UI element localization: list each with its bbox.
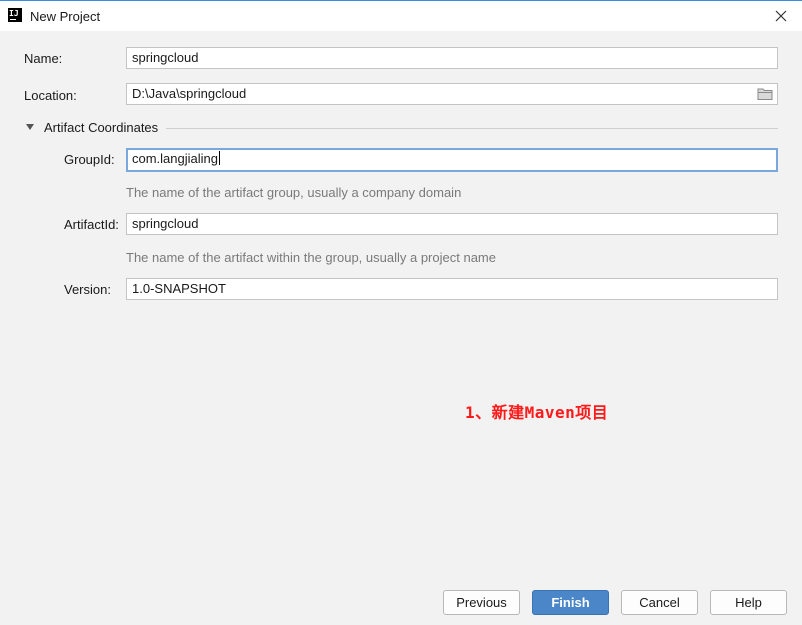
artifact-coordinates-section[interactable]: Artifact Coordinates bbox=[26, 120, 778, 136]
finish-button[interactable]: Finish bbox=[532, 590, 609, 615]
groupid-value: com.langjialing bbox=[132, 151, 218, 166]
text-caret bbox=[219, 151, 220, 165]
expand-triangle-icon[interactable] bbox=[26, 124, 34, 130]
close-icon bbox=[775, 10, 787, 22]
window-title: New Project bbox=[30, 9, 101, 24]
version-input[interactable]: 1.0-SNAPSHOT bbox=[126, 278, 778, 300]
artifactid-input[interactable]: springcloud bbox=[126, 213, 778, 235]
location-value: D:\Java\springcloud bbox=[132, 86, 247, 101]
name-input[interactable]: springcloud bbox=[126, 47, 778, 69]
previous-button[interactable]: Previous bbox=[443, 590, 520, 615]
artifactid-hint: The name of the artifact within the grou… bbox=[126, 250, 496, 265]
close-button[interactable] bbox=[772, 7, 790, 25]
folder-icon[interactable] bbox=[757, 87, 773, 101]
version-value: 1.0-SNAPSHOT bbox=[132, 281, 226, 296]
help-button[interactable]: Help bbox=[710, 590, 787, 615]
groupid-hint: The name of the artifact group, usually … bbox=[126, 185, 462, 200]
title-bar: IJ New Project bbox=[0, 0, 802, 31]
version-label: Version: bbox=[64, 282, 111, 297]
location-input[interactable]: D:\Java\springcloud bbox=[126, 83, 778, 105]
artifactid-value: springcloud bbox=[132, 216, 199, 231]
section-title: Artifact Coordinates bbox=[44, 120, 159, 135]
section-divider bbox=[166, 128, 778, 129]
groupid-label: GroupId: bbox=[64, 152, 115, 167]
groupid-input[interactable]: com.langjialing bbox=[126, 148, 778, 172]
cancel-button[interactable]: Cancel bbox=[621, 590, 698, 615]
name-value: springcloud bbox=[132, 50, 199, 65]
location-label: Location: bbox=[24, 88, 77, 103]
intellij-idea-icon: IJ bbox=[8, 8, 22, 22]
annotation-text: 1、新建Maven项目 bbox=[465, 403, 609, 422]
artifactid-label: ArtifactId: bbox=[64, 217, 119, 232]
name-label: Name: bbox=[24, 51, 63, 66]
